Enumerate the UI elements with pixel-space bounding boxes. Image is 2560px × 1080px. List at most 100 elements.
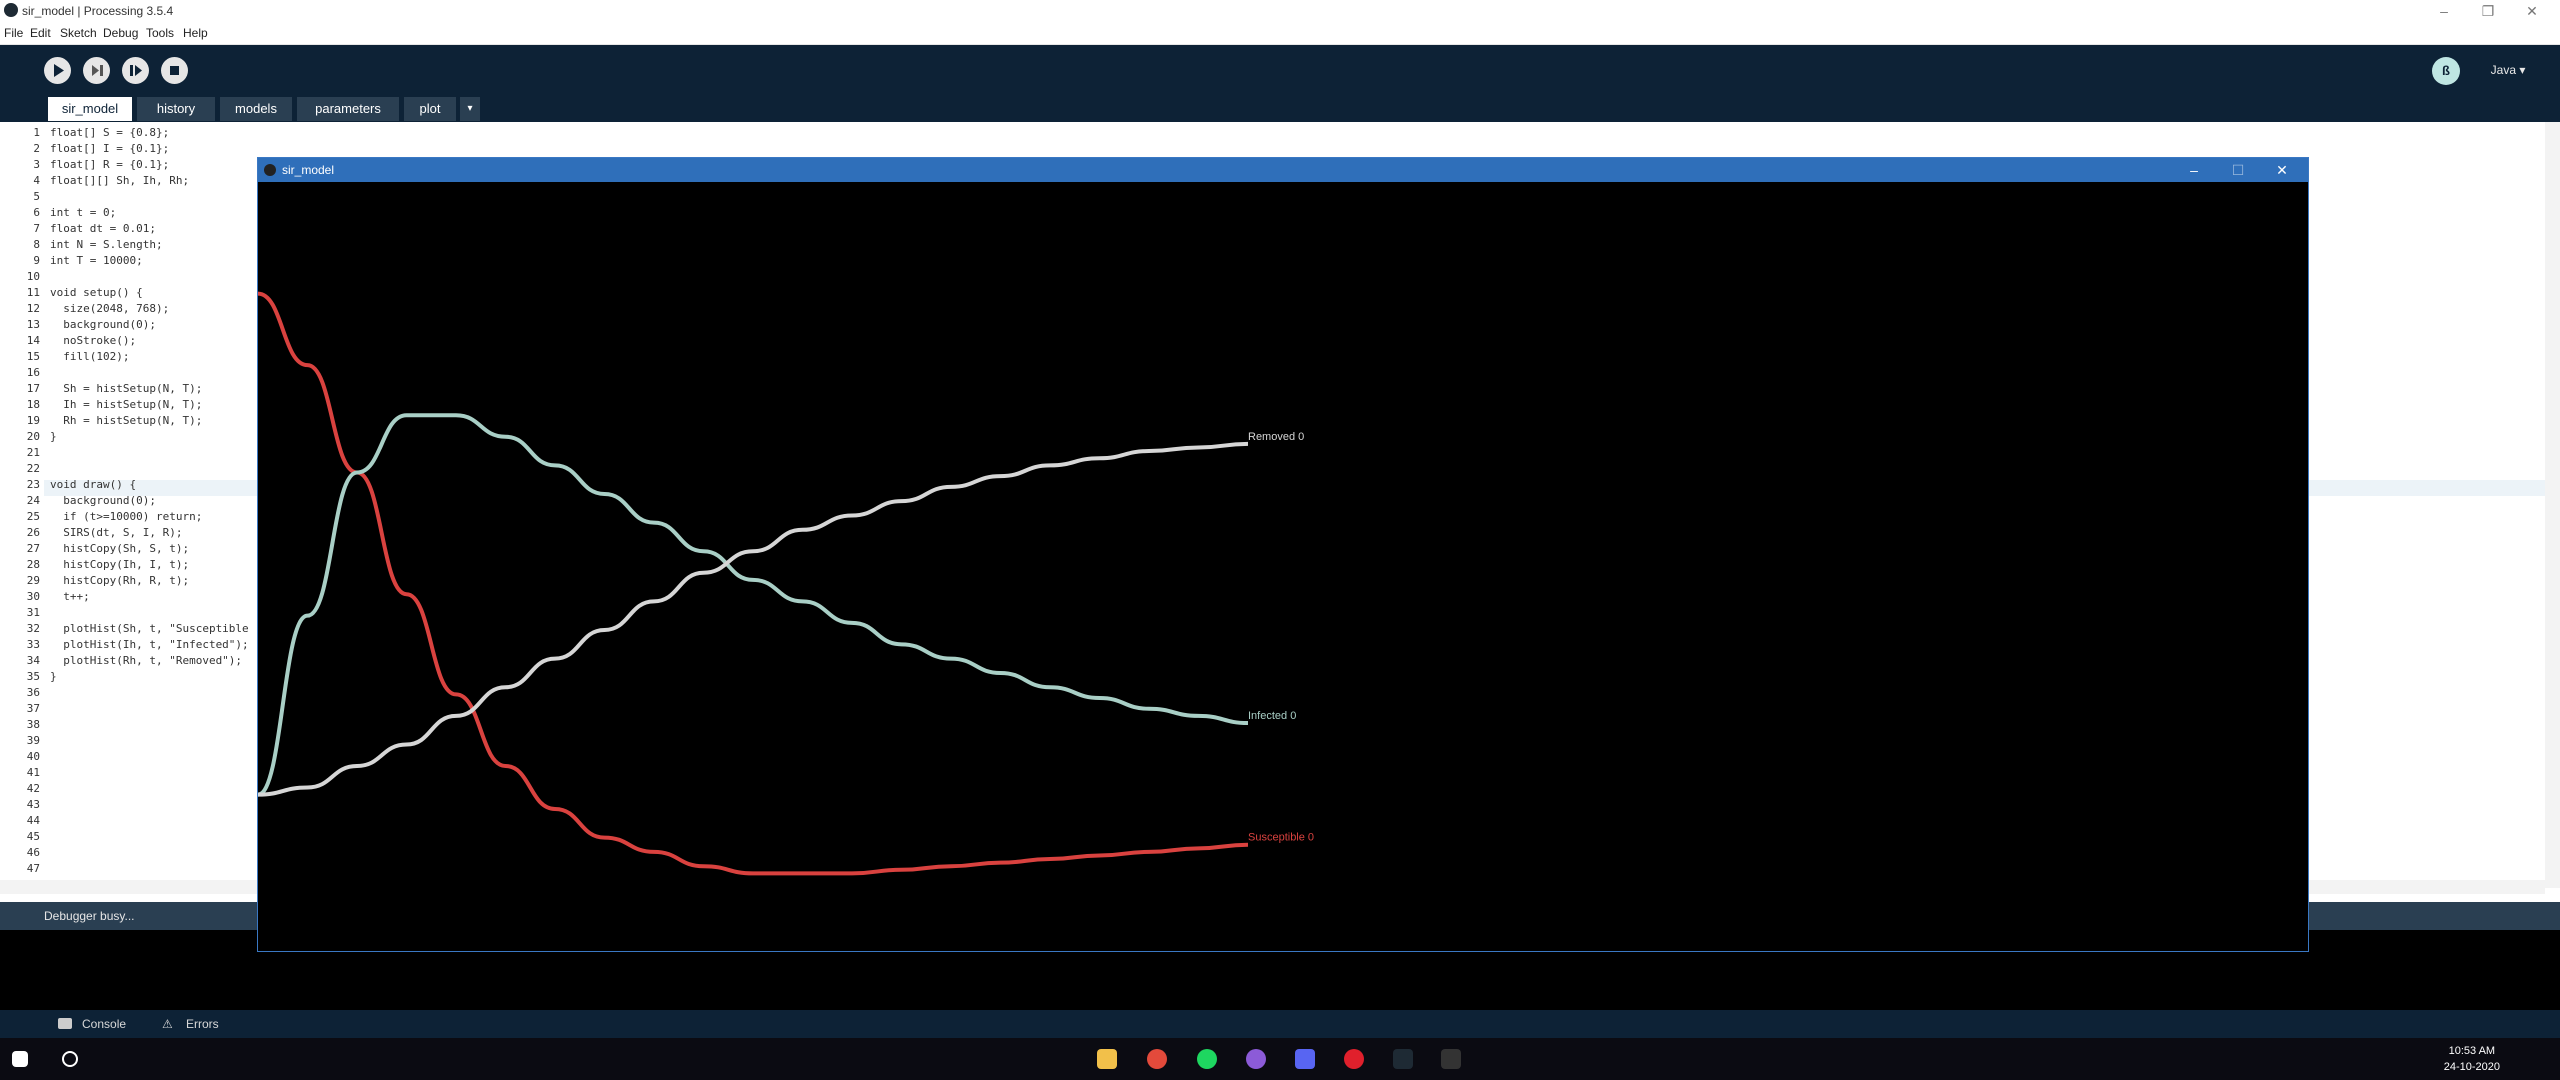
- menu-sketch[interactable]: Sketch: [60, 26, 97, 40]
- menu-tools[interactable]: Tools: [146, 26, 174, 40]
- code-line[interactable]: t++;: [50, 590, 90, 603]
- windows-start-icon[interactable]: [12, 1051, 28, 1067]
- line-number: 36: [26, 686, 40, 699]
- code-line[interactable]: if (t>=10000) return;: [50, 510, 202, 523]
- stop-button[interactable]: [161, 57, 188, 84]
- continue-button[interactable]: [122, 57, 149, 84]
- menu-debug[interactable]: Debug: [103, 26, 138, 40]
- code-line[interactable]: void draw() {: [50, 478, 136, 491]
- code-line[interactable]: plotHist(Ih, t, "Infected");: [50, 638, 248, 651]
- code-line[interactable]: background(0);: [50, 494, 156, 507]
- spotify-icon[interactable]: [1197, 1049, 1217, 1069]
- line-number: 29: [26, 574, 40, 587]
- search-icon[interactable]: [62, 1051, 78, 1067]
- code-line[interactable]: SIRS(dt, S, I, R);: [50, 526, 182, 539]
- system-clock[interactable]: 10:53 AM 24-10-2020: [2444, 1043, 2500, 1075]
- code-line[interactable]: float[][] Sh, Ih, Rh;: [50, 174, 189, 187]
- sketch-minimize-icon[interactable]: –: [2172, 158, 2216, 182]
- line-number: 38: [26, 718, 40, 731]
- code-line[interactable]: float dt = 0.01;: [50, 222, 156, 235]
- susceptible-line: [258, 291, 1249, 876]
- menu-edit[interactable]: Edit: [30, 26, 51, 40]
- tab-console[interactable]: Console: [82, 1017, 126, 1031]
- code-line[interactable]: int T = 10000;: [50, 254, 143, 267]
- tab-parameters[interactable]: parameters: [297, 97, 399, 121]
- line-number: 13: [26, 318, 40, 331]
- line-number: 43: [26, 798, 40, 811]
- line-number: 2: [33, 142, 40, 155]
- line-number: 47: [26, 862, 40, 875]
- line-number: 33: [26, 638, 40, 651]
- code-line[interactable]: int t = 0;: [50, 206, 116, 219]
- line-number: 11: [26, 286, 40, 299]
- infected-label: Infected 0: [1248, 710, 1296, 722]
- tab-errors[interactable]: Errors: [186, 1017, 219, 1031]
- discord-icon[interactable]: [1295, 1049, 1315, 1069]
- file-explorer-icon[interactable]: [1097, 1049, 1117, 1069]
- code-line[interactable]: }: [50, 670, 57, 683]
- code-line[interactable]: size(2048, 768);: [50, 302, 169, 315]
- mode-selector[interactable]: Java ▾: [2478, 57, 2538, 83]
- sketch-play-icon[interactable]: [1441, 1049, 1461, 1069]
- menu-bar: File Edit Sketch Debug Tools Help: [0, 22, 2560, 45]
- line-number: 39: [26, 734, 40, 747]
- tab-history[interactable]: history: [137, 97, 215, 121]
- code-line[interactable]: noStroke();: [50, 334, 136, 347]
- code-line[interactable]: plotHist(Rh, t, "Removed");: [50, 654, 242, 667]
- line-number: 17: [26, 382, 40, 395]
- vertical-scrollbar[interactable]: [2545, 122, 2560, 888]
- line-number: 3: [33, 158, 40, 171]
- code-line[interactable]: fill(102);: [50, 350, 129, 363]
- menu-help[interactable]: Help: [183, 26, 208, 40]
- chrome-icon[interactable]: [1147, 1049, 1167, 1069]
- opera-icon[interactable]: [1344, 1049, 1364, 1069]
- tabs-menu-icon[interactable]: ▾: [460, 97, 480, 121]
- code-line[interactable]: Rh = histSetup(N, T);: [50, 414, 202, 427]
- line-number: 12: [26, 302, 40, 315]
- code-line[interactable]: float[] R = {0.1};: [50, 158, 169, 171]
- code-line[interactable]: Sh = histSetup(N, T);: [50, 382, 202, 395]
- code-line[interactable]: void setup() {: [50, 286, 143, 299]
- code-line[interactable]: background(0);: [50, 318, 156, 331]
- minimize-icon[interactable]: –: [2426, 0, 2462, 22]
- tab-plot[interactable]: plot: [404, 97, 456, 121]
- restore-icon[interactable]: ❐: [2470, 0, 2506, 22]
- code-line[interactable]: Ih = histSetup(N, T);: [50, 398, 202, 411]
- line-number: 15: [26, 350, 40, 363]
- sketch-close-icon[interactable]: ✕: [2260, 158, 2304, 182]
- sir-plot: Susceptible 0 Infected 0 Removed 0: [258, 291, 1314, 876]
- app-icon[interactable]: [1246, 1049, 1266, 1069]
- code-line[interactable]: float[] I = {0.1};: [50, 142, 169, 155]
- code-line[interactable]: }: [50, 430, 57, 443]
- code-line[interactable]: plotHist(Sh, t, "Susceptible: [50, 622, 248, 635]
- sketch-title-bar[interactable]: sir_model – ☐ ✕: [258, 158, 2308, 182]
- line-number: 4: [33, 174, 40, 187]
- step-button[interactable]: [83, 57, 110, 84]
- sketch-window-icon: [264, 164, 276, 176]
- line-number: 40: [26, 750, 40, 763]
- sketch-window[interactable]: sir_model – ☐ ✕ Susceptible 0 Infected 0 R…: [257, 157, 2309, 952]
- code-line[interactable]: float[] S = {0.8};: [50, 126, 169, 139]
- line-number: 6: [33, 206, 40, 219]
- line-number: 44: [26, 814, 40, 827]
- line-number: 30: [26, 590, 40, 603]
- close-icon[interactable]: ✕: [2514, 0, 2550, 22]
- tab-models[interactable]: models: [220, 97, 292, 121]
- menu-file[interactable]: File: [4, 26, 23, 40]
- line-number: 23: [26, 478, 40, 491]
- debugger-mode-icon[interactable]: ß: [2432, 57, 2460, 85]
- processing-icon[interactable]: [1393, 1049, 1413, 1069]
- code-line[interactable]: int N = S.length;: [50, 238, 163, 251]
- code-line[interactable]: histCopy(Rh, R, t);: [50, 574, 189, 587]
- line-number: 22: [26, 462, 40, 475]
- line-number: 31: [26, 606, 40, 619]
- line-number: 14: [26, 334, 40, 347]
- run-button[interactable]: [44, 57, 71, 84]
- line-number: 32: [26, 622, 40, 635]
- line-number: 35: [26, 670, 40, 683]
- warning-icon: ⚠: [162, 1017, 173, 1031]
- tab-sir-model[interactable]: sir_model: [48, 97, 132, 121]
- code-line[interactable]: histCopy(Sh, S, t);: [50, 542, 189, 555]
- code-line[interactable]: histCopy(Ih, I, t);: [50, 558, 189, 571]
- sketch-maximize-icon: ☐: [2231, 162, 2245, 178]
